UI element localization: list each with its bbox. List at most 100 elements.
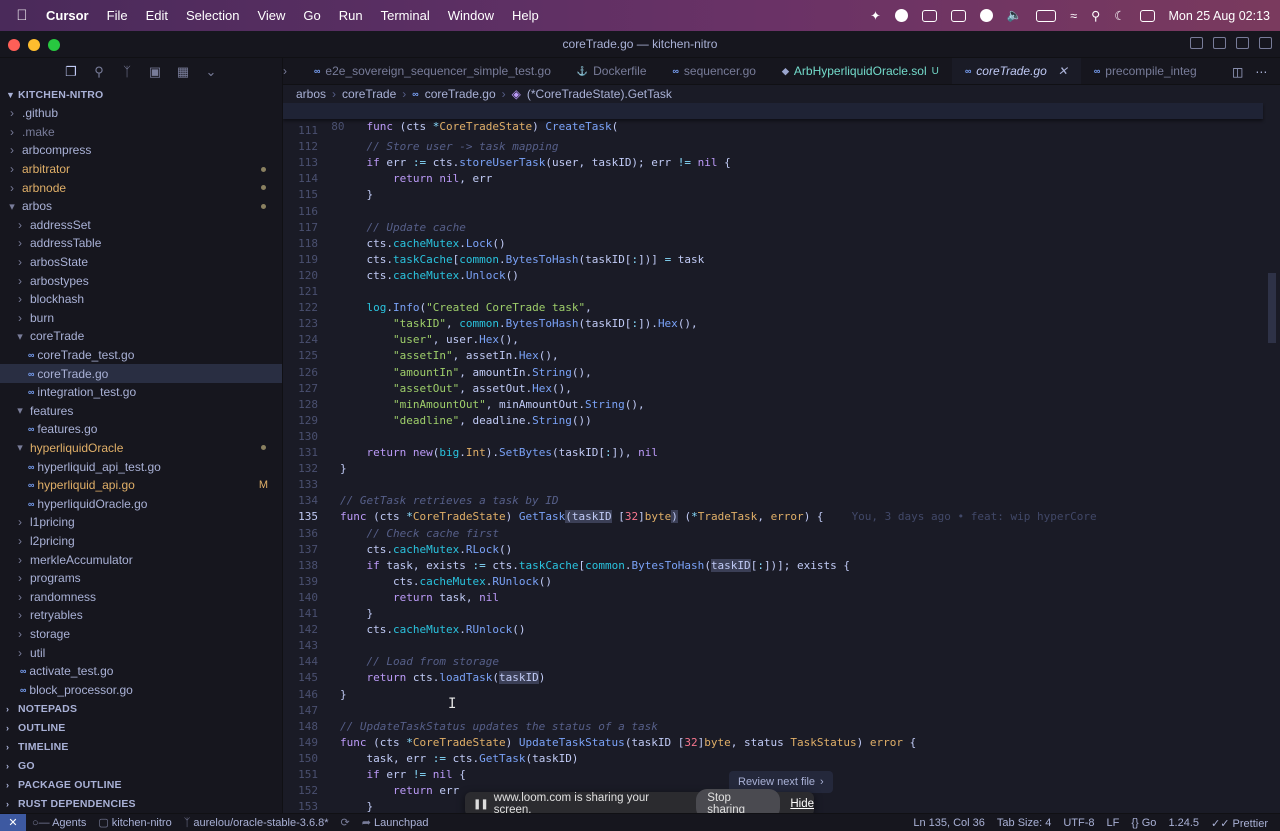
notion-icon[interactable] bbox=[921, 9, 937, 22]
menu-go[interactable]: Go bbox=[294, 8, 329, 23]
status-prettier[interactable]: ✓✓ Prettier bbox=[1205, 817, 1274, 830]
tree-folder[interactable]: › .make bbox=[0, 123, 282, 142]
editor-tab[interactable]: ∞ sequencer.go bbox=[660, 58, 769, 84]
breadcrumb-item-coretrade[interactable]: coreTrade bbox=[342, 87, 396, 101]
tree-folder[interactable]: › merkleAccumulator bbox=[0, 550, 282, 569]
tree-folder[interactable]: › util bbox=[0, 643, 282, 662]
hide-sharing-bar-link[interactable]: Hide bbox=[790, 798, 814, 810]
send-icon[interactable] bbox=[979, 9, 993, 22]
toggle-sidebar-icon[interactable] bbox=[1190, 37, 1203, 49]
code-line[interactable]: 141 } bbox=[283, 606, 1263, 622]
control-center-icon[interactable] bbox=[1139, 9, 1155, 22]
status-extra-icon[interactable]: ✦ bbox=[870, 8, 880, 23]
code-line[interactable]: 115 } bbox=[283, 187, 1263, 203]
breadcrumb-item-arbos[interactable]: arbos bbox=[296, 87, 326, 101]
scrollbar-thumb[interactable] bbox=[1268, 273, 1276, 343]
editor-tab[interactable]: ∞ coreTrade.go ✕ bbox=[951, 58, 1081, 84]
close-tab-icon[interactable]: ✕ bbox=[1058, 64, 1068, 78]
tree-file[interactable]: ∞ features.go bbox=[0, 420, 282, 439]
editor-tab[interactable]: ∞ precompile_integ bbox=[1081, 58, 1210, 84]
status-item[interactable]: ▢ kitchen-nitro bbox=[92, 816, 177, 829]
code-line[interactable]: 113 if err := cts.storeUserTask(user, ta… bbox=[283, 155, 1263, 171]
toggle-panel-icon[interactable] bbox=[1213, 37, 1226, 49]
tree-folder[interactable]: › retryables bbox=[0, 606, 282, 625]
menu-selection[interactable]: Selection bbox=[177, 8, 248, 23]
menu-window[interactable]: Window bbox=[439, 8, 503, 23]
editor-tab[interactable]: ⚓ Dockerfile bbox=[564, 58, 660, 84]
remote-indicator-icon[interactable]: ✕ bbox=[0, 813, 26, 831]
explorer-icon[interactable]: ❐ bbox=[64, 64, 78, 79]
status-eol[interactable]: LF bbox=[1101, 817, 1126, 829]
code-line[interactable]: 114 return nil, err bbox=[283, 171, 1263, 187]
source-control-icon[interactable]: ᛉ bbox=[120, 64, 134, 79]
customize-layout-icon[interactable] bbox=[1259, 37, 1272, 49]
code-line[interactable]: 120 cts.cacheMutex.Unlock() bbox=[283, 268, 1263, 284]
status-encoding[interactable]: UTF-8 bbox=[1057, 817, 1100, 829]
sidebar-section-header[interactable]: › PACKAGE OUTLINE bbox=[0, 775, 282, 794]
editor-tab[interactable]: ∞ e2e_sovereign_sequencer_simple_test.go bbox=[301, 58, 564, 84]
code-line[interactable]: 142 cts.cacheMutex.RUnlock() bbox=[283, 622, 1263, 638]
tree-file[interactable]: ∞ coreTrade.go bbox=[0, 364, 282, 383]
tree-folder[interactable]: › arbostypes bbox=[0, 271, 282, 290]
split-editor-icon[interactable]: ◫ bbox=[1232, 65, 1243, 79]
code-line[interactable]: 134 // GetTask retrieves a task by ID bbox=[283, 493, 1263, 509]
code-line[interactable]: 123 "taskID", common.BytesToHash(taskID[… bbox=[283, 316, 1263, 332]
code-line[interactable]: 112 // Store user -> task mapping bbox=[283, 139, 1263, 155]
battery-icon[interactable] bbox=[1036, 9, 1057, 22]
code-line[interactable]: 133 bbox=[283, 477, 1263, 493]
tree-folder[interactable]: ▾ hyperliquidOracle bbox=[0, 439, 282, 458]
code-line[interactable]: 144 // Load from storage bbox=[283, 654, 1263, 670]
tree-folder[interactable]: ▾ arbos bbox=[0, 197, 282, 216]
code-line-current[interactable]: 135 func (cts *CoreTradeState) GetTask(ta… bbox=[283, 509, 1263, 525]
remote-explorer-icon[interactable]: ▦ bbox=[176, 64, 190, 79]
tree-folder[interactable]: › arbosState bbox=[0, 253, 282, 272]
code-line[interactable]: 118 cts.cacheMutex.Lock() bbox=[283, 236, 1263, 252]
code-line[interactable]: 117 // Update cache bbox=[283, 220, 1263, 236]
breadcrumb-item-symbol[interactable]: (*CoreTradeState).GetTask bbox=[527, 87, 672, 101]
tree-file[interactable]: ∞ block_processor.go bbox=[0, 680, 282, 699]
menu-help[interactable]: Help bbox=[503, 8, 548, 23]
code-line[interactable]: 116 bbox=[283, 204, 1263, 220]
status-language[interactable]: {} Go bbox=[1125, 817, 1162, 829]
tree-file[interactable]: ∞ integration_test.go bbox=[0, 383, 282, 402]
tree-file[interactable]: ∞ hyperliquidOracle.go bbox=[0, 494, 282, 513]
code-line[interactable]: 147 bbox=[283, 703, 1263, 719]
code-line[interactable]: 129 "deadline", deadline.String()) bbox=[283, 413, 1263, 429]
menu-app-name[interactable]: Cursor bbox=[44, 8, 98, 23]
sidebar-section-header[interactable]: › RUST DEPENDENCIES bbox=[0, 794, 282, 813]
code-line[interactable]: 150 task, err := cts.GetTask(taskID) bbox=[283, 751, 1263, 767]
tree-folder[interactable]: › arbcompress bbox=[0, 141, 282, 160]
tree-folder[interactable]: › blockhash bbox=[0, 290, 282, 309]
code-editor[interactable]: 80 func (cts *CoreTradeState) CreateTask(… bbox=[283, 103, 1280, 813]
code-line[interactable]: 127 "assetOut", assetOut.Hex(), bbox=[283, 381, 1263, 397]
menu-view[interactable]: View bbox=[248, 8, 294, 23]
more-actions-icon[interactable]: ⋯ bbox=[1255, 65, 1267, 79]
tabs-scroll-left-icon[interactable]: › bbox=[283, 64, 301, 78]
code-line[interactable]: 122 log.Info("Created CoreTrade task", bbox=[283, 300, 1263, 316]
toggle-secondary-sidebar-icon[interactable] bbox=[1236, 37, 1249, 49]
tree-folder[interactable]: › arbnode bbox=[0, 178, 282, 197]
explorer-root-header[interactable]: ▼ KITCHEN-NITRO bbox=[0, 85, 282, 104]
menu-run[interactable]: Run bbox=[330, 8, 372, 23]
code-line[interactable]: 132} bbox=[283, 461, 1263, 477]
apple-menu-icon[interactable]:  bbox=[0, 7, 44, 24]
code-line[interactable]: 146} bbox=[283, 687, 1263, 703]
code-line[interactable]: 136 // Check cache first bbox=[283, 526, 1263, 542]
status-item[interactable]: ➦ Launchpad bbox=[356, 816, 435, 829]
code-line[interactable]: 125 "assetIn", assetIn.Hex(), bbox=[283, 348, 1263, 364]
code-line[interactable]: 131 return new(big.Int).SetBytes(taskID[… bbox=[283, 445, 1263, 461]
tree-folder[interactable]: › l2pricing bbox=[0, 532, 282, 551]
code-line[interactable]: 148 // UpdateTaskStatus updates the statu… bbox=[283, 719, 1263, 735]
tree-folder[interactable]: › burn bbox=[0, 309, 282, 328]
record-icon[interactable] bbox=[894, 9, 908, 22]
status-cursor-position[interactable]: Ln 135, Col 36 bbox=[907, 817, 991, 829]
search-icon[interactable]: ⚲ bbox=[92, 64, 106, 79]
tree-folder[interactable]: › .github bbox=[0, 104, 282, 123]
editor-tab[interactable]: ◆ ArbHyperliquidOracle.sol U bbox=[769, 58, 952, 84]
code-line[interactable]: 128 "minAmountOut", minAmountOut.String(… bbox=[283, 397, 1263, 413]
tree-file[interactable]: ∞ hyperliquid_api.go M bbox=[0, 476, 282, 495]
tree-folder[interactable]: › storage bbox=[0, 625, 282, 644]
sidebar-section-header[interactable]: › GO bbox=[0, 756, 282, 775]
code-line[interactable]: 139 cts.cacheMutex.RUnlock() bbox=[283, 574, 1263, 590]
code-line[interactable]: 124 "user", user.Hex(), bbox=[283, 332, 1263, 348]
